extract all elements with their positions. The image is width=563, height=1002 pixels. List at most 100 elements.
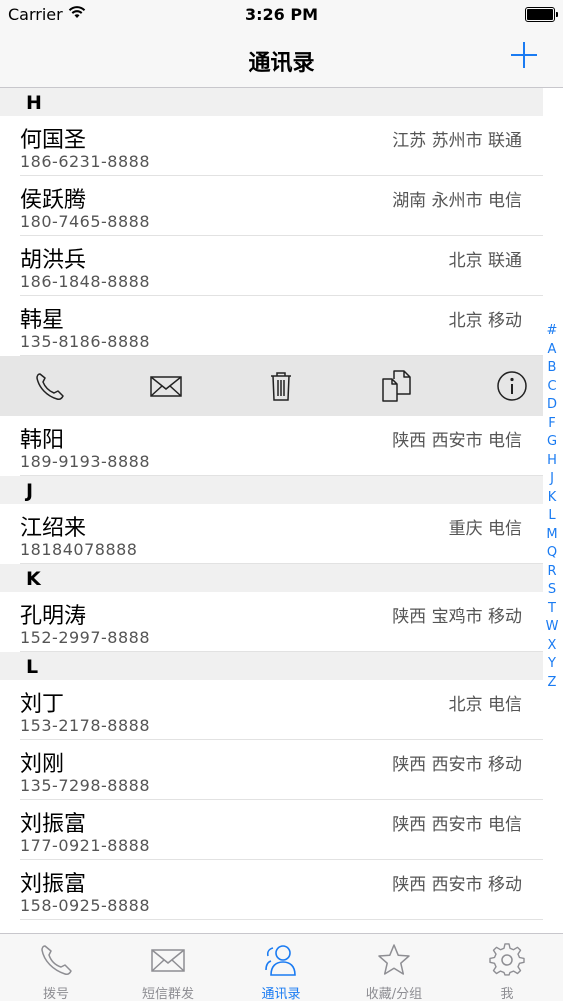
trash-icon [271,372,291,401]
contact-action-bar [0,356,543,416]
call-button[interactable] [34,370,68,402]
section-header: K [0,564,543,592]
index-letter[interactable]: A [545,341,559,360]
contact-row[interactable]: 刘振富 177-0921-8888 陕西 西安市 电信 [0,800,543,860]
contact-location: 陕西 西安市 移动 [392,875,522,895]
contact-location: 重庆 电信 [448,519,522,539]
status-time: 3:26 PM [244,5,318,24]
contact-name: 刘丁 [20,692,65,717]
contact-phone: 186-1848-8888 [20,272,151,291]
index-letter[interactable]: C [545,378,559,397]
contact-location: 湖南 永州市 电信 [392,191,522,211]
index-letter[interactable]: K [545,489,559,508]
section-header: L [0,652,543,680]
index-letter[interactable]: G [545,433,559,452]
section-header: H [0,88,543,116]
contact-name: 江绍来 [20,516,87,541]
index-letter[interactable]: R [545,563,559,582]
index-letter[interactable]: Q [545,544,559,563]
contact-phone: 189-9193-8888 [20,452,151,471]
index-letter[interactable]: D [545,396,559,415]
contact-phone: 158-0925-8888 [20,896,151,915]
index-letter[interactable]: M [545,526,559,545]
phone-icon [36,373,64,400]
contact-location: 北京 电信 [448,695,522,715]
copy-button[interactable] [380,370,414,402]
tab-dial[interactable]: 拨号 [0,934,112,1002]
contact-row[interactable]: 胡洪兵 186-1848-8888 北京 联通 [0,236,543,296]
contact-phone: 135-8186-8888 [20,332,151,351]
contacts-icon [265,945,296,976]
contact-list[interactable]: H 何国圣 186-6231-8888 江苏 苏州市 联通 侯跃腾 180-74… [0,88,543,933]
index-letter[interactable]: J [545,470,559,489]
phone-icon [41,945,72,975]
contact-name: 刘刚 [20,752,65,777]
contact-phone: 152-2997-8888 [20,628,151,647]
copy-icon [382,370,411,402]
status-bar: Carrier 3:26 PM [0,0,563,30]
add-contact-button[interactable] [511,42,537,68]
contact-row[interactable]: 韩阳 189-9193-8888 陕西 西安市 电信 [0,416,543,476]
contact-name: 何国圣 [20,128,87,153]
index-letter[interactable]: X [545,637,559,656]
contact-phone: 135-7298-8888 [20,776,151,795]
contact-row[interactable]: 侯跃腾 180-7465-8888 湖南 永州市 电信 [0,176,543,236]
index-letter[interactable]: W [545,618,559,637]
contact-name: 侯跃腾 [20,188,87,213]
contact-row[interactable]: 刘丁 153-2178-8888 北京 电信 [0,680,543,740]
contact-name: 韩阳 [20,428,65,453]
message-button[interactable] [149,370,183,402]
contact-location: 陕西 西安市 电信 [392,431,522,451]
contact-name: 刘振富 [20,872,87,897]
page-title: 通讯录 [248,51,315,76]
delete-button[interactable] [264,370,298,402]
tab-me[interactable]: 我 [451,934,563,1002]
tab-favorites-groups[interactable]: 收藏/分组 [338,934,450,1002]
contact-phone: 177-0921-8888 [20,836,151,855]
contact-row[interactable]: 刘振富 158-0925-8888 陕西 西安市 移动 [0,860,543,920]
contact-phone: 153-2178-8888 [20,716,151,735]
navigation-bar: 通讯录 [0,30,563,88]
contact-name: 刘振富 [20,812,87,837]
contact-row[interactable]: 江绍来 18184078888 重庆 电信 [0,504,543,564]
index-letter[interactable]: # [545,322,559,341]
info-icon [497,371,527,401]
alphabet-index[interactable]: # A B C D F G H J K L M Q R S T W X Y Z [545,322,559,692]
index-letter[interactable]: T [545,600,559,619]
info-button[interactable] [495,370,529,402]
contact-name: 胡洪兵 [20,248,87,273]
contact-phone: 186-6231-8888 [20,152,151,171]
contact-name: 孔明涛 [20,604,87,629]
tab-label: 通讯录 [261,987,301,1002]
tab-label: 拨号 [42,987,69,1002]
star-icon [378,944,410,975]
tab-label: 收藏/分组 [365,987,423,1002]
tab-contacts[interactable]: 通讯录 [225,934,337,1002]
contact-row[interactable]: 何国圣 186-6231-8888 江苏 苏州市 联通 [0,116,543,176]
index-letter[interactable]: Y [545,655,559,674]
contact-location: 陕西 西安市 电信 [392,815,522,835]
tab-label: 短信群发 [141,987,194,1002]
envelope-icon [151,949,185,972]
envelope-icon [150,376,182,397]
battery-icon [525,7,558,22]
index-letter[interactable]: L [545,507,559,526]
contact-phone: 18184078888 [20,540,138,559]
index-letter[interactable]: Z [545,674,559,693]
contact-row[interactable]: 刘刚 135-7298-8888 陕西 西安市 移动 [0,740,543,800]
contact-location: 北京 移动 [448,311,522,331]
tab-sms-broadcast[interactable]: 短信群发 [112,934,224,1002]
contact-row[interactable]: 韩星 135-8186-8888 北京 移动 [0,296,543,356]
index-letter[interactable]: B [545,359,559,378]
index-letter[interactable]: S [545,581,559,600]
contact-name: 韩星 [20,308,65,333]
contact-location: 陕西 西安市 移动 [392,755,522,775]
contact-location: 陕西 宝鸡市 移动 [392,607,522,627]
tab-bar: 拨号 短信群发 通讯录 收藏/分组 我 [0,933,563,1002]
contact-row[interactable]: 孔明涛 152-2997-8888 陕西 宝鸡市 移动 [0,592,543,652]
tab-label: 我 [500,987,514,1002]
section-header: J [0,476,543,504]
index-letter[interactable]: F [545,415,559,434]
index-letter[interactable]: H [545,452,559,471]
contact-phone: 180-7465-8888 [20,212,151,231]
